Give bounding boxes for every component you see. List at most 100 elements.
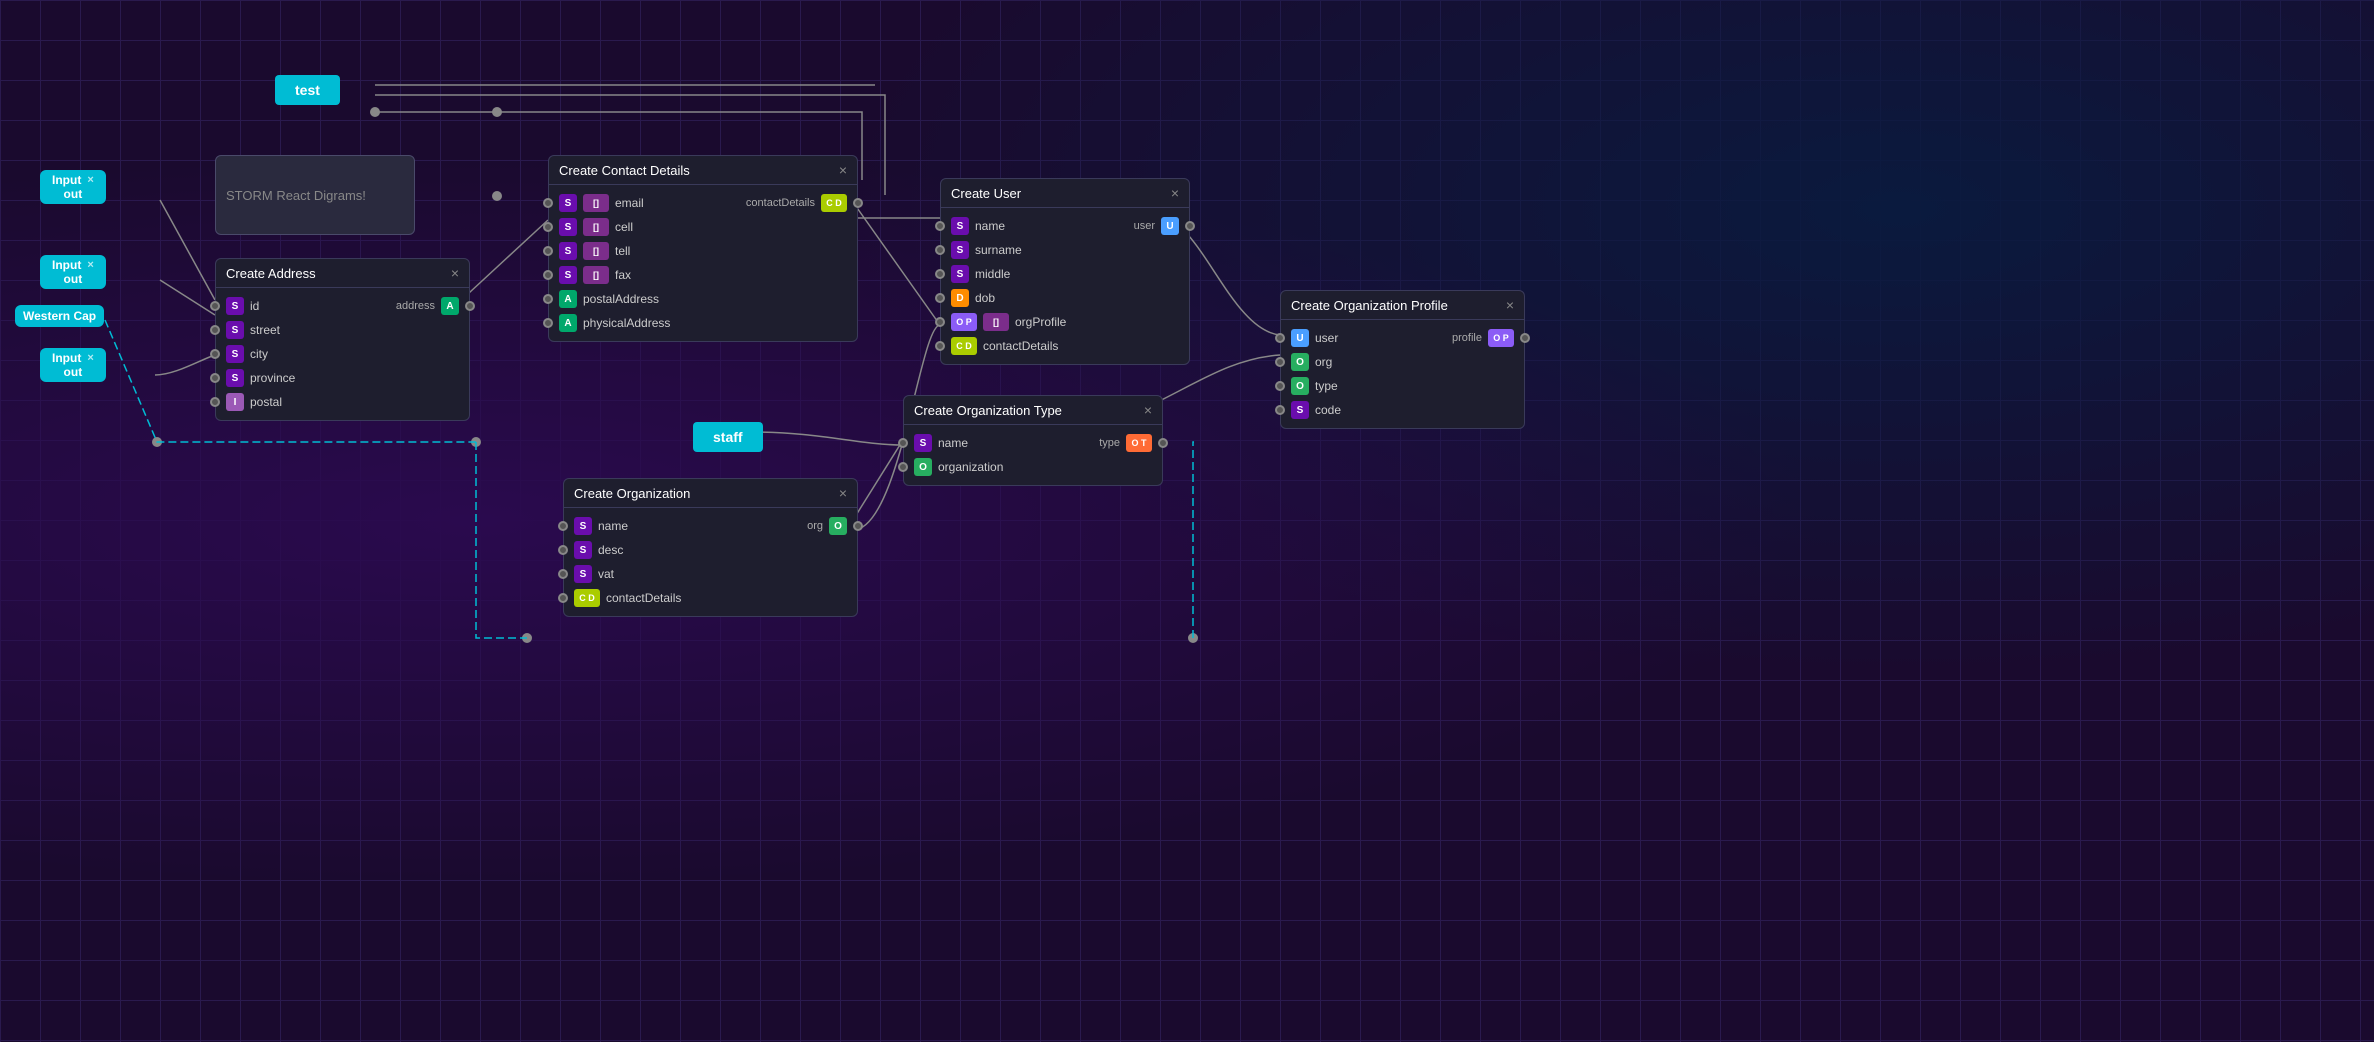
user-row-dob: D dob: [941, 286, 1189, 310]
contact-port-email-right[interactable]: [853, 198, 863, 208]
contact-port-fax[interactable]: [543, 270, 553, 280]
create-contact-title: Create Contact Details: [559, 163, 690, 178]
org-port-name-left[interactable]: [558, 521, 568, 531]
address-port-street[interactable]: [210, 325, 220, 335]
field-org-name: name: [598, 519, 628, 533]
test-label-node[interactable]: test: [275, 75, 340, 105]
input-node-1[interactable]: Input × out: [40, 170, 106, 204]
input2-close[interactable]: ×: [87, 259, 93, 271]
field-orgtype-name: name: [938, 436, 968, 450]
create-address-title: Create Address: [226, 266, 316, 281]
create-org-type-title: Create Organization Type: [914, 403, 1062, 418]
badge-arr-org: []: [983, 313, 1009, 331]
orgprofile-port-user-left[interactable]: [1275, 333, 1285, 343]
create-contact-node: Create Contact Details × S [] email cont…: [548, 155, 858, 342]
org-row-name: S name org O: [564, 514, 857, 538]
org-row-desc: S desc: [564, 538, 857, 562]
create-address-node: Create Address × S id address A S street…: [215, 258, 470, 421]
user-port-dob[interactable]: [935, 293, 945, 303]
field-city: city: [250, 347, 268, 361]
create-org-profile-title: Create Organization Profile: [1291, 298, 1448, 313]
create-contact-close[interactable]: ×: [839, 162, 847, 178]
address-row-id: S id address A: [216, 294, 469, 318]
output-contact-label: contactDetails: [746, 197, 815, 209]
field-id: id: [250, 299, 259, 313]
create-organization-close[interactable]: ×: [839, 485, 847, 501]
western-cap-node[interactable]: Western Cap: [15, 305, 104, 327]
output-type-label: type: [1099, 437, 1120, 449]
output-address-label: address: [396, 300, 435, 312]
create-organization-body: S name org O S desc S vat C D contactDet…: [564, 508, 857, 616]
staff-label-node[interactable]: staff: [693, 422, 763, 452]
badge-o-orgtype-org: O: [914, 458, 932, 476]
create-org-profile-close[interactable]: ×: [1506, 297, 1514, 313]
badge-s-orgtype-name: S: [914, 434, 932, 452]
address-port-id-right[interactable]: [465, 301, 475, 311]
org-port-contact[interactable]: [558, 593, 568, 603]
badge-s-email: S: [559, 194, 577, 212]
orgtype-port-org[interactable]: [898, 462, 908, 472]
create-user-header: Create User ×: [941, 179, 1189, 208]
badge-s-middle: S: [951, 265, 969, 283]
contact-port-cell[interactable]: [543, 222, 553, 232]
badge-s-org-vat: S: [574, 565, 592, 583]
create-organization-title: Create Organization: [574, 486, 690, 501]
address-port-province[interactable]: [210, 373, 220, 383]
user-port-orgprofile[interactable]: [935, 317, 945, 327]
badge-s-name: S: [951, 217, 969, 235]
orgtype-port-name-right[interactable]: [1158, 438, 1168, 448]
badge-s-org-name: S: [574, 517, 592, 535]
user-port-surname[interactable]: [935, 245, 945, 255]
badge-d-dob: D: [951, 289, 969, 307]
user-port-name-left[interactable]: [935, 221, 945, 231]
contact-port-tell[interactable]: [543, 246, 553, 256]
field-surname: surname: [975, 243, 1022, 257]
address-port-id-left[interactable]: [210, 301, 220, 311]
field-postalAddress: postalAddress: [583, 292, 659, 306]
orgprofile-port-user-right[interactable]: [1520, 333, 1530, 343]
create-org-type-node: Create Organization Type × S name type O…: [903, 395, 1163, 486]
input-node-2[interactable]: Input × out: [40, 255, 106, 289]
badge-o-type: O: [1291, 377, 1309, 395]
orgprofile-row-user: U user profile O P: [1281, 326, 1524, 350]
contact-port-email-left[interactable]: [543, 198, 553, 208]
input1-close[interactable]: ×: [87, 174, 93, 186]
org-port-desc[interactable]: [558, 545, 568, 555]
org-port-name-right[interactable]: [853, 521, 863, 531]
badge-op-output: O P: [1488, 329, 1514, 347]
badge-s-fax: S: [559, 266, 577, 284]
field-physicalAddress: physicalAddress: [583, 316, 670, 330]
contact-port-postal[interactable]: [543, 294, 553, 304]
badge-u-output: U: [1161, 217, 1179, 235]
user-port-name-right[interactable]: [1185, 221, 1195, 231]
field-op-code: code: [1315, 403, 1341, 417]
create-org-type-close[interactable]: ×: [1144, 402, 1152, 418]
badge-ot-output: O T: [1126, 434, 1152, 452]
badge-s-street: S: [226, 321, 244, 339]
orgprofile-port-type[interactable]: [1275, 381, 1285, 391]
input2-bot-label: out: [64, 272, 83, 286]
orgtype-port-name-left[interactable]: [898, 438, 908, 448]
field-street: street: [250, 323, 280, 337]
badge-a-physical: A: [559, 314, 577, 332]
create-user-close[interactable]: ×: [1171, 185, 1179, 201]
user-port-middle[interactable]: [935, 269, 945, 279]
orgprofile-port-code[interactable]: [1275, 405, 1285, 415]
field-orgProfile: orgProfile: [1015, 315, 1066, 329]
address-port-postal[interactable]: [210, 397, 220, 407]
input-node-3[interactable]: Input × out: [40, 348, 106, 382]
user-port-contact[interactable]: [935, 341, 945, 351]
address-port-city[interactable]: [210, 349, 220, 359]
contact-port-physical[interactable]: [543, 318, 553, 328]
contact-row-postal: A postalAddress: [549, 287, 857, 311]
field-org-contact: contactDetails: [606, 591, 681, 605]
create-address-close[interactable]: ×: [451, 265, 459, 281]
orgtype-row-name: S name type O T: [904, 431, 1162, 455]
field-user-name: name: [975, 219, 1005, 233]
field-province: province: [250, 371, 295, 385]
org-port-vat[interactable]: [558, 569, 568, 579]
input3-close[interactable]: ×: [87, 352, 93, 364]
create-user-node: Create User × S name user U S surname S …: [940, 178, 1190, 365]
orgprofile-port-org[interactable]: [1275, 357, 1285, 367]
field-org-vat: vat: [598, 567, 614, 581]
